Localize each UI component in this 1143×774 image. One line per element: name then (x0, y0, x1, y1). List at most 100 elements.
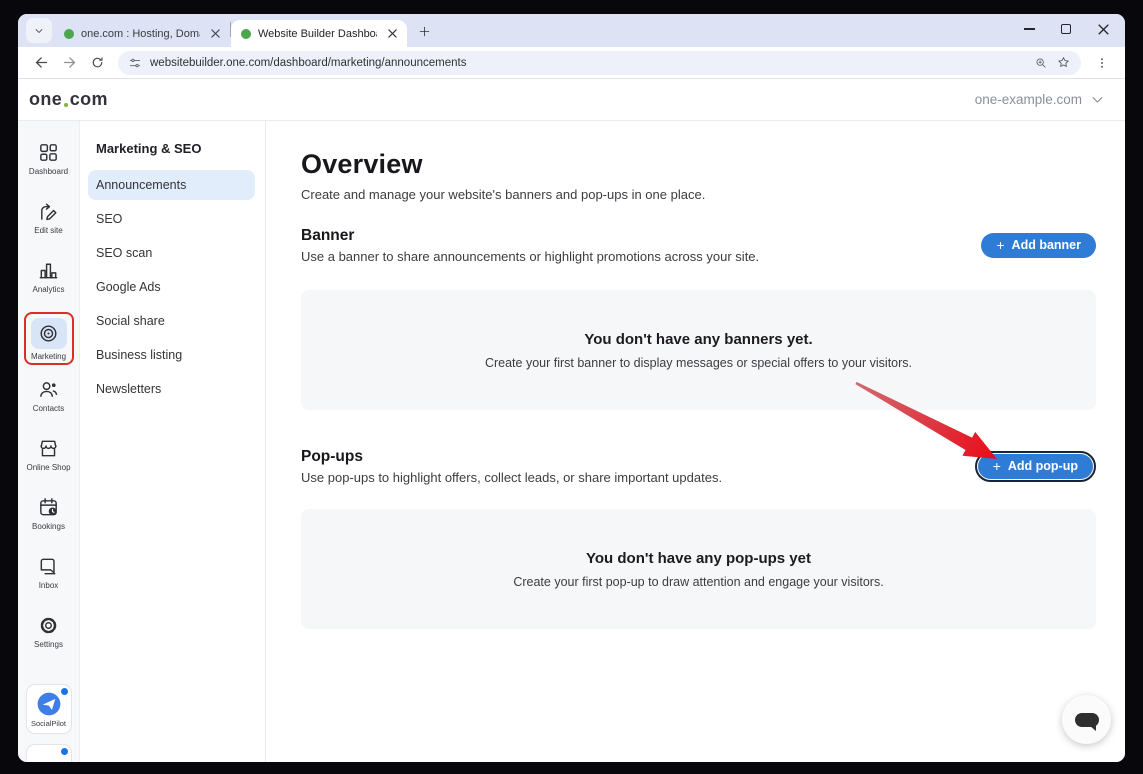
sidebar-item-label: Edit site (34, 226, 62, 235)
app-header: one com one-example.com (18, 79, 1125, 121)
forward-arrow-icon (61, 54, 78, 71)
popup-empty-description: Create your first pop-up to draw attenti… (513, 575, 883, 589)
sidebar-item-label: Analytics (32, 285, 64, 294)
notification-dot (61, 748, 68, 755)
submenu-item-announcements[interactable]: Announcements (88, 170, 255, 200)
bookmark-button[interactable] (1056, 55, 1071, 70)
tab-favicon (241, 29, 251, 39)
sidebar-item-edit-site[interactable]: Edit site (21, 200, 77, 235)
close-icon (1098, 24, 1109, 35)
popup-section-title: Pop-ups (301, 448, 722, 466)
tab-search-button[interactable] (26, 18, 52, 43)
one-com-logo[interactable]: one com (29, 89, 108, 110)
app-card-label: SocialPilot (31, 719, 66, 728)
notification-dot (61, 688, 68, 695)
popup-empty-state: You don't have any pop-ups yet Create yo… (301, 509, 1096, 629)
sidebar-item-label: Bookings (32, 522, 65, 531)
reload-button[interactable] (84, 50, 110, 76)
chevron-down-icon (1090, 92, 1105, 107)
window-controls (1015, 14, 1117, 44)
banner-empty-description: Create your first banner to display mess… (485, 356, 912, 370)
main-panel: Overview Create and manage your website'… (266, 121, 1125, 762)
close-button[interactable] (1089, 17, 1117, 41)
app-card-socialpilot[interactable]: SocialPilot (26, 684, 72, 734)
popup-empty-title: You don't have any pop-ups yet (586, 550, 811, 567)
sidebar-item-label: Dashboard (29, 167, 68, 176)
socialpilot-paper-plane-icon (36, 691, 62, 717)
marketing-submenu: Marketing & SEO Announcements SEO SEO sc… (80, 121, 266, 762)
browser-menu-button[interactable] (1089, 50, 1115, 76)
tab-title: one.com : Hosting, Domain, Em (81, 28, 200, 40)
new-tab-button[interactable] (411, 18, 437, 44)
marketing-active-highlight (31, 318, 67, 349)
add-popup-label: Add pop-up (1008, 459, 1078, 473)
banner-empty-state: You don't have any banners yet. Create y… (301, 290, 1096, 410)
sidebar-item-inbox[interactable]: Inbox (21, 555, 77, 590)
logo-text-com: com (70, 89, 108, 110)
banner-section-header: Banner Use a banner to share announcemen… (301, 226, 1096, 264)
sidebar-item-dashboard[interactable]: Dashboard (21, 141, 77, 176)
sidebar-item-label: Settings (34, 640, 63, 649)
chat-bubble-icon (1075, 713, 1099, 727)
sidebar-item-marketing[interactable]: Marketing (21, 318, 77, 361)
sidebar-item-contacts[interactable]: Contacts (21, 378, 77, 413)
minimize-button[interactable] (1015, 17, 1043, 41)
contacts-people-icon (37, 378, 60, 401)
add-popup-button[interactable]: + Add pop-up (978, 454, 1093, 479)
browser-window: one.com : Hosting, Domain, Em Website Bu… (18, 14, 1125, 762)
banner-empty-title: You don't have any banners yet. (584, 331, 812, 348)
app-card-partial[interactable] (26, 744, 72, 762)
sidebar-item-settings[interactable]: Settings (21, 614, 77, 649)
popup-section-description: Use pop-ups to highlight offers, collect… (301, 470, 722, 485)
add-banner-label: Add banner (1012, 238, 1081, 252)
maximize-button[interactable] (1052, 17, 1080, 41)
url-bar[interactable]: websitebuilder.one.com/dashboard/marketi… (118, 51, 1081, 75)
chat-bubble-button[interactable] (1062, 695, 1111, 744)
bookings-calendar-icon (37, 496, 60, 519)
edit-site-icon (37, 200, 60, 223)
page-content: Dashboard Edit site Analytics Marketing … (18, 121, 1125, 762)
back-arrow-icon (33, 54, 50, 71)
submenu-item-seo-scan[interactable]: SEO scan (88, 238, 255, 268)
tab-website-builder-dashboard[interactable]: Website Builder Dashboard (231, 20, 407, 47)
url-text: websitebuilder.one.com/dashboard/marketi… (150, 57, 1026, 69)
sidebar-item-label: Contacts (33, 404, 65, 413)
zoom-magnifier-icon (1034, 56, 1048, 70)
star-icon (1056, 55, 1071, 70)
plus-icon: + (996, 238, 1004, 252)
site-selector-dropdown[interactable]: one-example.com (975, 92, 1105, 107)
sidebar-item-analytics[interactable]: Analytics (21, 259, 77, 294)
add-banner-button[interactable]: + Add banner (981, 233, 1096, 258)
add-popup-highlight-ring: + Add pop-up (975, 451, 1096, 482)
sidebar-item-online-shop[interactable]: Online Shop (21, 437, 77, 472)
submenu-item-seo[interactable]: SEO (88, 204, 255, 234)
zoom-indicator-button[interactable] (1034, 56, 1048, 70)
tab-one-com-hosting[interactable]: one.com : Hosting, Domain, Em (54, 20, 230, 47)
sidebar-item-bookings[interactable]: Bookings (21, 496, 77, 531)
submenu-item-social-share[interactable]: Social share (88, 306, 255, 336)
tab-title: Website Builder Dashboard (258, 28, 377, 40)
plus-icon: + (993, 459, 1001, 473)
three-dot-menu-icon (1095, 56, 1109, 70)
submenu-item-business-listing[interactable]: Business listing (88, 340, 255, 370)
submenu-item-google-ads[interactable]: Google Ads (88, 272, 255, 302)
submenu-item-newsletters[interactable]: Newsletters (88, 374, 255, 404)
site-info-tune-icon[interactable] (128, 56, 142, 70)
tab-close-icon[interactable] (384, 26, 400, 42)
marketing-target-icon (37, 322, 60, 345)
maximize-icon (1061, 24, 1071, 34)
banner-section-title: Banner (301, 227, 759, 245)
back-button[interactable] (28, 50, 54, 76)
online-shop-storefront-icon (37, 437, 60, 460)
minimize-icon (1024, 28, 1035, 29)
popup-section-header: Pop-ups Use pop-ups to highlight offers,… (301, 447, 1096, 485)
forward-button[interactable] (56, 50, 82, 76)
tab-close-icon[interactable] (207, 26, 223, 42)
chevron-down-icon (33, 25, 45, 37)
logo-text-one: one (29, 89, 62, 110)
dashboard-grid-icon (37, 141, 60, 164)
inbox-chat-icon (37, 555, 60, 578)
submenu-title: Marketing & SEO (88, 141, 255, 156)
browser-toolbar: websitebuilder.one.com/dashboard/marketi… (18, 47, 1125, 79)
sidebar-item-label: Online Shop (26, 463, 70, 472)
